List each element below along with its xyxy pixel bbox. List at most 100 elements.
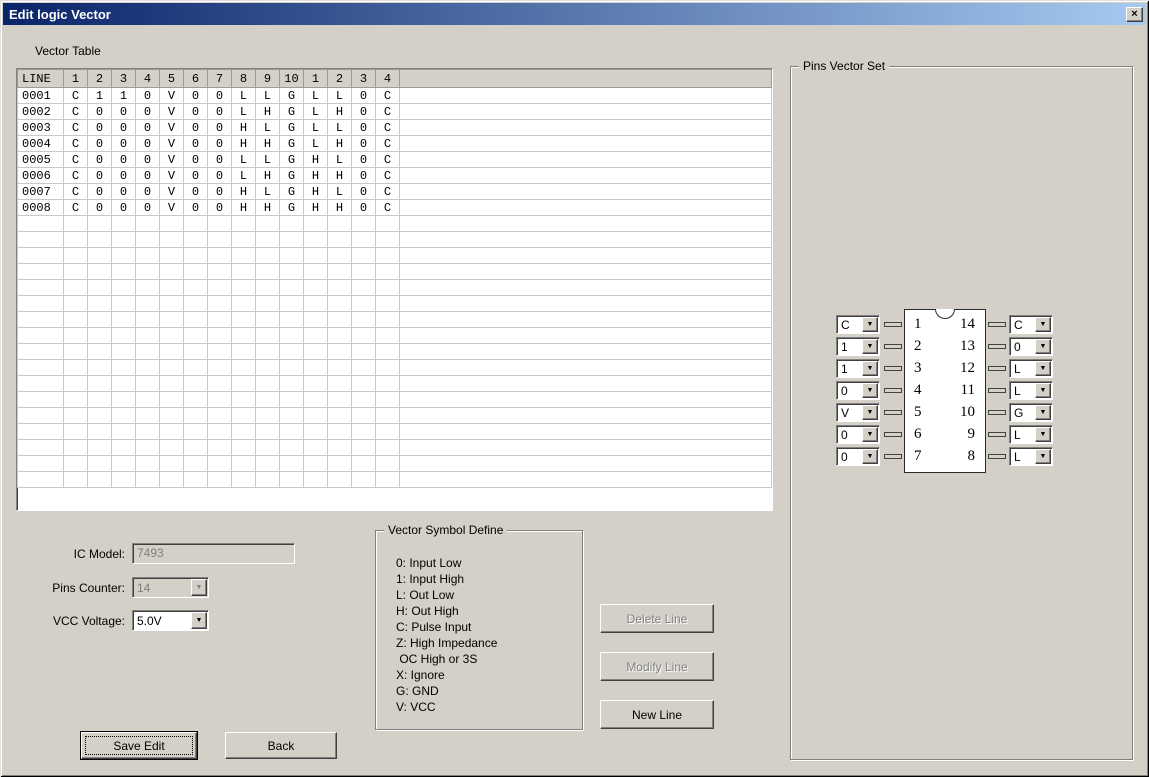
- table-row[interactable]: 0005C000V00LLGHL0C: [18, 152, 772, 168]
- pin-4-combo[interactable]: 0▼: [836, 381, 880, 400]
- vector-cell: [112, 248, 136, 264]
- pin-stub: [988, 432, 1006, 437]
- symbol-define-lines: 0: Input Low1: Input HighL: Out LowH: Ou…: [396, 555, 497, 715]
- titlebar[interactable]: Edit logic Vector ×: [3, 3, 1146, 25]
- pin-8-combo[interactable]: L▼: [1009, 447, 1053, 466]
- dropdown-arrow-button[interactable]: ▼: [1035, 361, 1051, 376]
- vector-table[interactable]: LINE123456789101234 0001C110V00LLGLL0C00…: [16, 68, 773, 511]
- vector-cell: L: [232, 104, 256, 120]
- vector-cell: G: [280, 120, 304, 136]
- symbol-define-line: G: GND: [396, 683, 497, 699]
- vector-cell: [160, 472, 184, 488]
- pin-9-combo[interactable]: L▼: [1009, 425, 1053, 444]
- pin-13-combo[interactable]: 0▼: [1009, 337, 1053, 356]
- vector-cell: 0: [136, 120, 160, 136]
- pin-11-combo[interactable]: L▼: [1009, 381, 1053, 400]
- vector-table-body: 0001C110V00LLGLL0C0002C000V00LHGLH0C0003…: [18, 88, 772, 488]
- dropdown-arrow-button[interactable]: ▼: [862, 383, 878, 398]
- vector-cell: [328, 312, 352, 328]
- vector-cell: [352, 280, 376, 296]
- filler-cell: [400, 424, 772, 440]
- table-row[interactable]: 0008C000V00HHGHH0C: [18, 200, 772, 216]
- dropdown-arrow-button[interactable]: ▼: [1035, 383, 1051, 398]
- vector-cell: [64, 376, 88, 392]
- vector-cell: [304, 424, 328, 440]
- vcc-voltage-select[interactable]: 5.0V ▼: [132, 610, 209, 631]
- dropdown-arrow-button[interactable]: ▼: [862, 405, 878, 420]
- filler-cell: [400, 456, 772, 472]
- line-number-cell: [18, 360, 64, 376]
- vector-cell: [304, 408, 328, 424]
- vector-cell: [184, 472, 208, 488]
- dropdown-arrow-button[interactable]: ▼: [862, 361, 878, 376]
- vector-cell: L: [304, 104, 328, 120]
- pin-14-combo[interactable]: C▼: [1009, 315, 1053, 334]
- vector-cell: H: [256, 200, 280, 216]
- line-number-cell: 0002: [18, 104, 64, 120]
- pin-5-combo[interactable]: V▼: [836, 403, 880, 422]
- vector-cell: 0: [112, 184, 136, 200]
- dropdown-arrow-button[interactable]: ▼: [1035, 405, 1051, 420]
- close-button[interactable]: ×: [1126, 7, 1143, 22]
- filler-cell: [400, 88, 772, 104]
- back-button[interactable]: Back: [225, 732, 337, 759]
- pin-4-number: 4: [914, 381, 946, 400]
- vector-cell: 0: [184, 168, 208, 184]
- pin-7-combo[interactable]: 0▼: [836, 447, 880, 466]
- filler-cell: [400, 360, 772, 376]
- table-row[interactable]: 0001C110V00LLGLL0C: [18, 88, 772, 104]
- dropdown-arrow-icon: ▼: [196, 584, 203, 591]
- col-header-line: LINE: [18, 70, 64, 88]
- pin-3-combo[interactable]: 1▼: [836, 359, 880, 378]
- save-edit-button[interactable]: Save Edit: [81, 732, 197, 759]
- dropdown-arrow-button[interactable]: ▼: [862, 339, 878, 354]
- dropdown-arrow-button[interactable]: ▼: [191, 612, 207, 629]
- vector-cell: [328, 280, 352, 296]
- pin-10-combo[interactable]: G▼: [1009, 403, 1053, 422]
- dropdown-arrow-icon: ▼: [867, 387, 874, 394]
- dropdown-arrow-icon: ▼: [1040, 409, 1047, 416]
- table-row[interactable]: 0004C000V00HHGLH0C: [18, 136, 772, 152]
- dropdown-arrow-button[interactable]: ▼: [1035, 427, 1051, 442]
- new-line-button[interactable]: New Line: [600, 700, 714, 729]
- vector-cell: [376, 328, 400, 344]
- table-row[interactable]: 0003C000V00HLGLL0C: [18, 120, 772, 136]
- vector-cell: [376, 440, 400, 456]
- dropdown-arrow-button[interactable]: ▼: [1035, 339, 1051, 354]
- line-number-cell: [18, 376, 64, 392]
- vector-cell: [136, 264, 160, 280]
- table-row[interactable]: 0002C000V00LHGLH0C: [18, 104, 772, 120]
- filler-cell: [400, 152, 772, 168]
- ic-model-label: IC Model:: [30, 547, 125, 561]
- vector-cell: [280, 472, 304, 488]
- ic-model-input[interactable]: 7493: [132, 543, 295, 564]
- filler-cell: [400, 280, 772, 296]
- dropdown-arrow-button[interactable]: ▼: [862, 427, 878, 442]
- vector-cell: [112, 328, 136, 344]
- line-number-cell: [18, 216, 64, 232]
- dropdown-arrow-icon: ▼: [867, 321, 874, 328]
- pin-stub: [988, 366, 1006, 371]
- symbol-define-line: Z: High Impedance: [396, 635, 497, 651]
- vector-cell: [328, 360, 352, 376]
- table-row[interactable]: 0006C000V00LHGHH0C: [18, 168, 772, 184]
- pin-6-combo[interactable]: 0▼: [836, 425, 880, 444]
- dropdown-arrow-button[interactable]: ▼: [862, 449, 878, 464]
- pin-12-combo[interactable]: L▼: [1009, 359, 1053, 378]
- filler-cell: [400, 248, 772, 264]
- vector-cell: 0: [88, 168, 112, 184]
- dropdown-arrow-button[interactable]: ▼: [1035, 449, 1051, 464]
- line-number-cell: 0008: [18, 200, 64, 216]
- vector-cell: 0: [136, 184, 160, 200]
- vector-cell: [64, 232, 88, 248]
- vector-cell: [256, 392, 280, 408]
- dropdown-arrow-button[interactable]: ▼: [862, 317, 878, 332]
- vector-cell: 0: [352, 88, 376, 104]
- vector-cell: V: [160, 168, 184, 184]
- symbol-define-line: 1: Input High: [396, 571, 497, 587]
- table-row[interactable]: 0007C000V00HLGHL0C: [18, 184, 772, 200]
- pin-2-combo[interactable]: 1▼: [836, 337, 880, 356]
- dropdown-arrow-button[interactable]: ▼: [1035, 317, 1051, 332]
- pin-1-combo[interactable]: C▼: [836, 315, 880, 334]
- vector-cell: [160, 328, 184, 344]
